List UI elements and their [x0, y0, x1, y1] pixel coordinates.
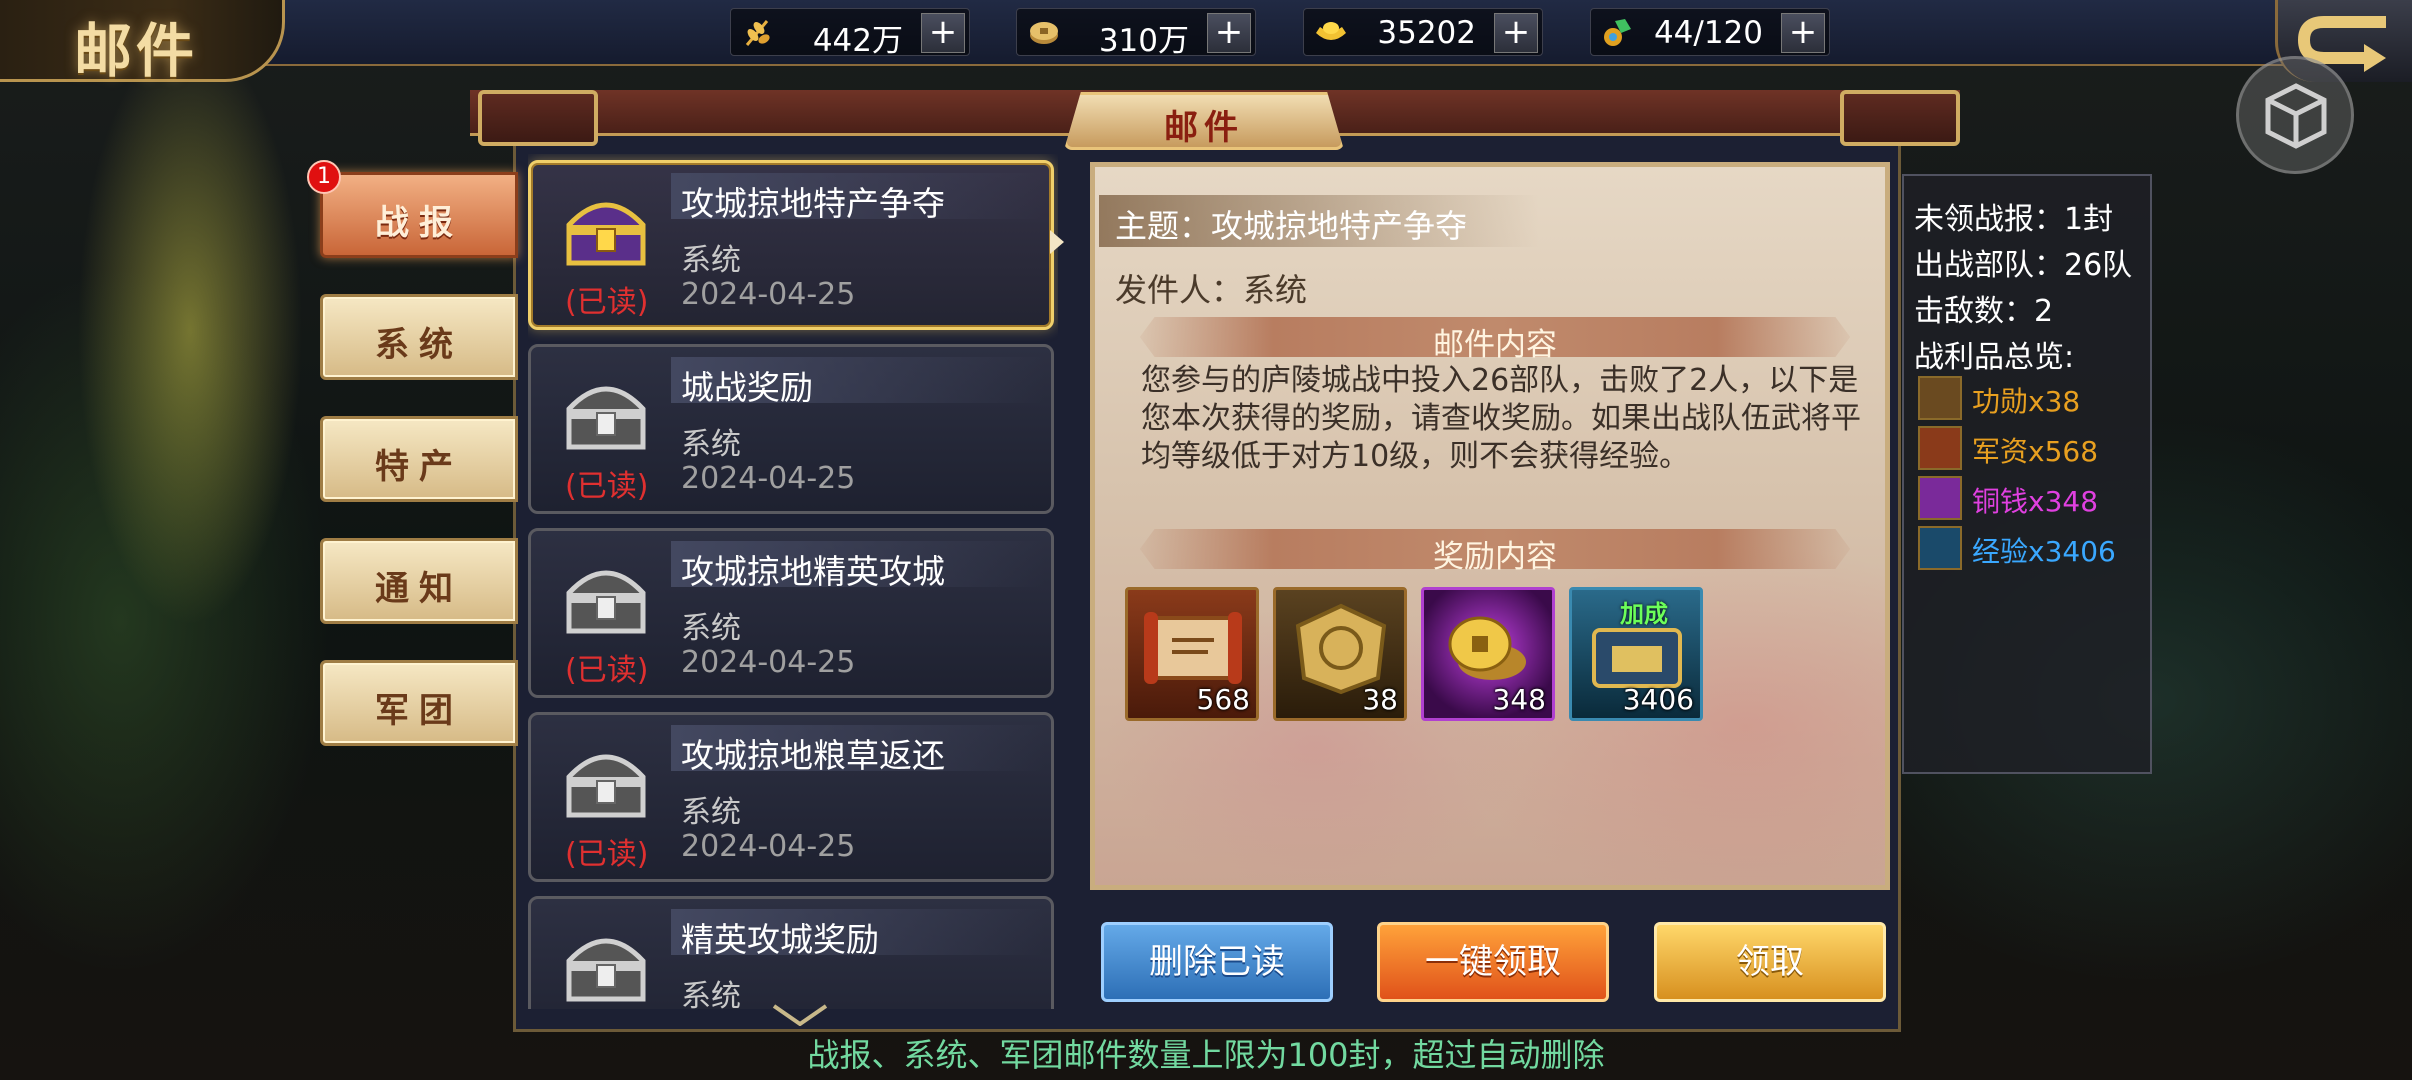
mail-sender: 系统	[681, 611, 741, 646]
experience-book-icon	[1918, 526, 1962, 570]
claim-button[interactable]: 领取	[1654, 922, 1886, 1002]
reward-item[interactable]: 加成 3406	[1569, 587, 1703, 721]
loot-copper: 铜钱x348	[1972, 485, 2099, 518]
claim-all-button[interactable]: 一键领取	[1377, 922, 1609, 1002]
resource-stamina: 44/120 +	[1590, 8, 1830, 56]
treasure-chest-icon	[566, 202, 646, 266]
mail-item[interactable]: 攻城掠地特产争夺 系统 (已读) 2024-04-25	[528, 160, 1054, 330]
mail-item[interactable]: 攻城掠地精英攻城 系统 (已读) 2024-04-25	[528, 528, 1054, 698]
tab-legion[interactable]: 军团	[320, 660, 518, 746]
treasure-chest-icon	[566, 938, 646, 1002]
reward-count: 568	[1196, 683, 1250, 716]
mail-subject: 攻城掠地粮草返还	[681, 736, 945, 775]
resource-value: 35202	[1377, 15, 1476, 51]
treasure-chest-icon	[566, 754, 646, 818]
read-status: (已读)	[565, 285, 649, 320]
detail-sender: 发件人：系统	[1115, 271, 1308, 309]
merit-medal-icon	[1918, 376, 1962, 420]
kill-count: 击敌数：2	[1914, 294, 2054, 329]
resource-copper: 310万 +	[1016, 8, 1256, 59]
resource-value: 310万	[1098, 23, 1189, 59]
mail-sender: 系统	[681, 427, 741, 462]
mail-date: 2024-04-25	[681, 461, 856, 496]
read-status: (已读)	[565, 469, 649, 504]
loot-merit: 功勋x38	[1972, 385, 2081, 418]
corner-ornament	[478, 90, 598, 146]
stamina-potion-icon	[1604, 19, 1631, 46]
tab-system[interactable]: 系统	[320, 294, 518, 380]
troop-count: 出战部队：26队	[1914, 248, 2133, 283]
grain-icon	[745, 20, 770, 46]
battle-summary-panel: 未领战报：1封 出战部队：26队 击敌数：2 战利品总览: 功勋x38 军资x5…	[1902, 174, 2152, 774]
mail-item[interactable]: 城战奖励 系统 (已读) 2024-04-25	[528, 344, 1054, 514]
treasure-chest-icon	[566, 386, 646, 450]
mail-sender: 系统	[681, 243, 741, 278]
gold-ingot-icon	[1316, 22, 1346, 40]
bonus-tag: 加成	[1620, 600, 1668, 628]
mail-list[interactable]: 攻城掠地特产争夺 系统 (已读) 2024-04-25 城战奖励 系统 (已读)…	[528, 154, 1058, 1009]
mail-sender: 系统	[681, 795, 741, 830]
mail-date: 2024-04-25	[681, 645, 856, 680]
cube-menu-button[interactable]	[2236, 56, 2354, 174]
mail-body: 您参与的庐陵城战中投入26部队，击败了2人，以下是您本次获得的奖励，请查收奖励。…	[1141, 363, 1861, 474]
delete-read-button[interactable]: 删除已读	[1101, 922, 1333, 1002]
copper-coin-icon	[1030, 22, 1058, 44]
unclaimed-count: 未领战报：1封	[1914, 202, 2114, 237]
mail-item[interactable]: 攻城掠地粮草返还 系统 (已读) 2024-04-25	[528, 712, 1054, 882]
military-supply-scroll-icon	[1144, 612, 1242, 684]
resource-value: 44/120	[1653, 15, 1763, 51]
detail-subject: 主题：攻城掠地特产争夺	[1115, 207, 1468, 245]
cube-icon	[2265, 83, 2327, 149]
resource-grain: 442万 +	[730, 8, 970, 59]
content-section-title: 邮件内容	[1433, 327, 1557, 363]
mail-subject: 城战奖励	[681, 368, 813, 407]
scroll-down-icon[interactable]	[770, 1004, 830, 1026]
reward-item[interactable]: 568	[1125, 587, 1259, 721]
panel-title: 邮件	[1164, 108, 1244, 148]
mail-subject: 精英攻城奖励	[681, 920, 879, 959]
add-gold-button[interactable]: +	[1494, 13, 1538, 53]
merit-medal-icon	[1295, 603, 1387, 695]
tab-label: 特产	[375, 447, 463, 487]
reward-section-title: 奖励内容	[1433, 539, 1557, 575]
reward-count: 38	[1362, 683, 1398, 716]
mail-limit-notice: 战报、系统、军团邮件数量上限为100封，超过自动删除	[807, 1036, 1605, 1074]
page-title: 邮件	[74, 17, 199, 85]
reward-item[interactable]: 38	[1273, 587, 1407, 721]
corner-ornament	[1840, 90, 1960, 146]
tab-specialty[interactable]: 特产	[320, 416, 518, 502]
selected-arrow	[1050, 230, 1064, 254]
mail-detail: 主题：攻城掠地特产争夺 发件人：系统 邮件内容 您参与的庐陵城战中投入26部队，…	[1090, 162, 1890, 890]
add-copper-button[interactable]: +	[1207, 13, 1251, 53]
mail-subject: 攻城掠地特产争夺	[681, 184, 945, 223]
mail-date: 2024-04-25	[681, 829, 856, 864]
mail-item[interactable]: 精英攻城奖励 系统	[528, 896, 1054, 1009]
tab-label: 军团	[375, 691, 463, 731]
mail-subject: 攻城掠地精英攻城	[681, 552, 945, 591]
mail-date: 2024-04-25	[681, 277, 856, 312]
reward-count: 348	[1492, 683, 1546, 716]
tab-label: 通知	[375, 569, 463, 609]
tab-label: 系统	[375, 325, 463, 365]
resource-gold: 35202 +	[1303, 8, 1543, 56]
reward-item[interactable]: 348	[1421, 587, 1555, 721]
read-status: (已读)	[565, 653, 649, 688]
add-stamina-button[interactable]: +	[1781, 13, 1825, 53]
tab-battle-report[interactable]: 战报	[320, 172, 518, 258]
add-grain-button[interactable]: +	[921, 13, 965, 53]
reward-count: 3406	[1622, 683, 1694, 716]
copper-coin-icon	[1918, 476, 1962, 520]
tab-label: 战报	[375, 203, 463, 243]
unread-badge: 1	[307, 160, 341, 194]
mail-sender: 系统	[681, 979, 741, 1009]
tab-notice[interactable]: 通知	[320, 538, 518, 624]
copper-coin-icon	[1448, 616, 1526, 680]
resource-value: 442万	[812, 23, 903, 59]
loot-exp: 经验x3406	[1972, 535, 2116, 568]
loot-supply: 军资x568	[1972, 435, 2099, 468]
treasure-chest-icon	[566, 570, 646, 634]
read-status: (已读)	[565, 837, 649, 872]
military-supply-scroll-icon	[1918, 426, 1962, 470]
loot-title: 战利品总览:	[1914, 340, 2075, 375]
